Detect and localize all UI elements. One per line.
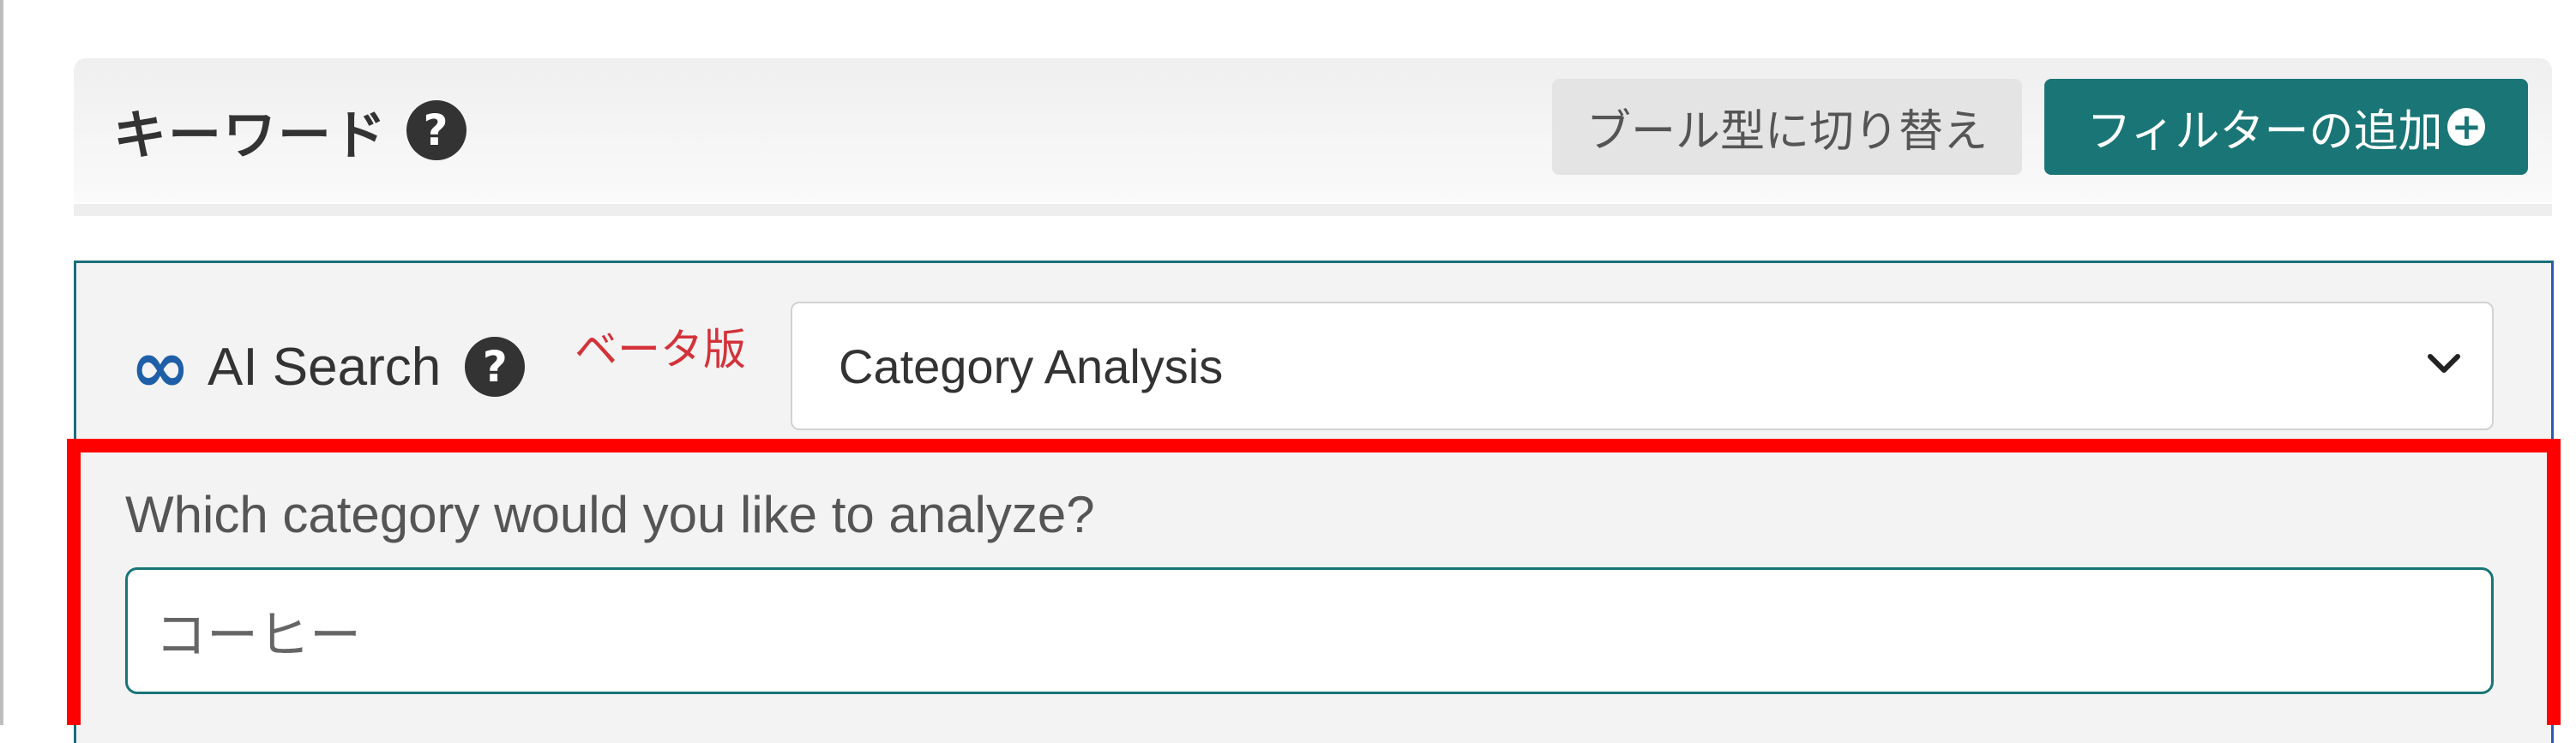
category-question-label: Which category would you like to analyze…	[125, 486, 1095, 543]
analysis-mode-select[interactable]: Category Analysis	[791, 302, 2494, 430]
infinity-icon: ∞	[130, 325, 190, 409]
ai-search-label: ∞ AI Search ?	[130, 325, 526, 409]
left-divider	[0, 0, 3, 725]
add-filter-button[interactable]: フィルターの追加 +	[2044, 79, 2528, 175]
switch-to-boolean-button[interactable]: ブール型に切り替え	[1552, 79, 2022, 175]
ai-search-label-text: AI Search	[207, 337, 442, 397]
beta-badge: ベータ版	[575, 326, 746, 374]
keyword-title-label: キーワード	[113, 106, 388, 165]
keyword-title: キーワード ?	[113, 93, 467, 168]
analysis-mode-value: Category Analysis	[839, 339, 1224, 393]
question-circle-icon[interactable]: ?	[406, 100, 467, 160]
question-circle-icon[interactable]: ?	[465, 337, 526, 397]
category-input[interactable]	[125, 567, 2494, 694]
header-divider	[74, 204, 2552, 216]
add-filter-label: フィルターの追加	[2086, 106, 2443, 157]
chevron-down-icon	[2428, 354, 2460, 373]
plus-circle-icon: +	[2447, 108, 2486, 146]
switch-to-boolean-label: ブール型に切り替え	[1586, 106, 1988, 157]
